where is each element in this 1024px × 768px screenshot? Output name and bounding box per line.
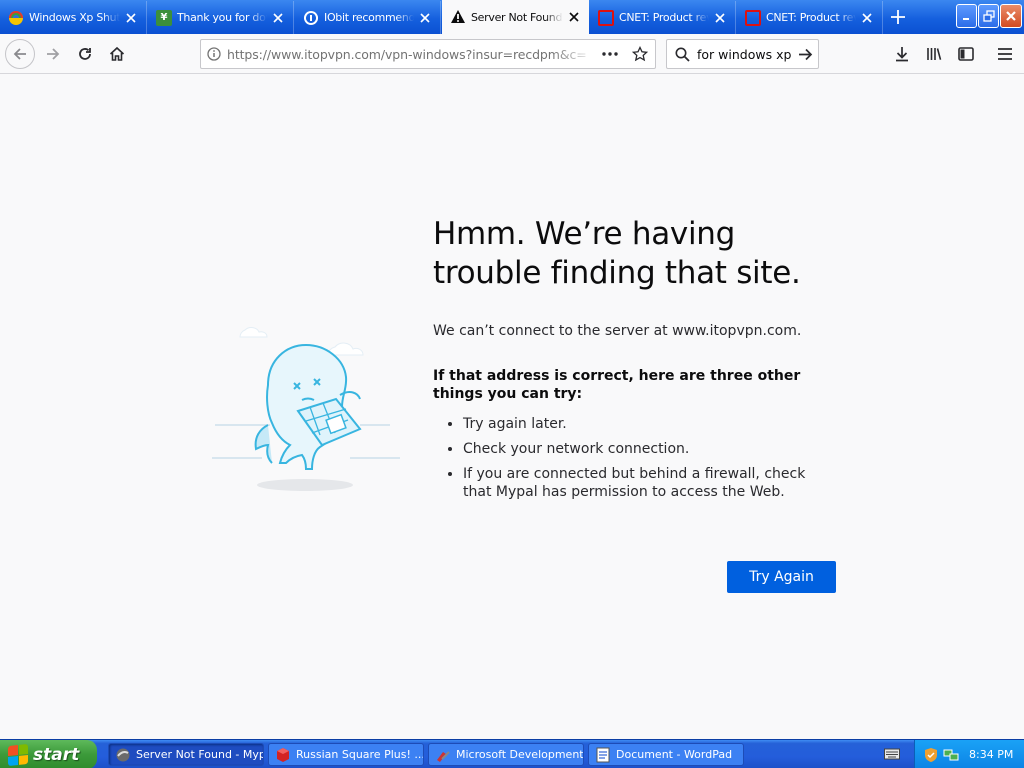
forward-arrow-icon: [47, 48, 60, 60]
tab-thank-you[interactable]: ¥ Thank you for downloading: [148, 1, 294, 34]
suggestion-item: If you are connected but behind a firewa…: [463, 465, 838, 501]
tab-title: Server Not Found: [471, 10, 563, 24]
try-again-button[interactable]: Try Again: [727, 561, 836, 593]
reload-icon: [79, 48, 91, 60]
wordpad-icon: [596, 747, 610, 762]
error-message: Hmm. We’re having trouble finding that s…: [433, 215, 838, 508]
search-bar[interactable]: for windows xp: [666, 39, 819, 69]
new-tab-button[interactable]: [884, 4, 912, 30]
suggestion-item: Try again later.: [463, 415, 838, 433]
download-icon: [896, 47, 908, 62]
tab-title: CNET: Product reviews: [619, 11, 709, 24]
close-icon: [1006, 11, 1016, 21]
back-button[interactable]: [5, 39, 35, 69]
restore-button[interactable]: [978, 4, 999, 28]
close-window-button[interactable]: [1000, 4, 1022, 28]
page-info-icon[interactable]: [201, 47, 227, 61]
error-title: Hmm. We’re having trouble finding that s…: [433, 216, 801, 291]
tab-server-not-found[interactable]: Server Not Found: [442, 0, 589, 34]
plus-icon: [891, 10, 905, 24]
url-bar[interactable]: https://www.itopvpn.com/vpn-windows?insu…: [200, 39, 656, 69]
cnet-icon: [598, 9, 614, 26]
network-icon[interactable]: [943, 747, 959, 763]
broken-robot-illustration: [212, 327, 400, 491]
tab-title: Windows Xp Shutdown: [29, 11, 120, 24]
tab-strip: Windows Xp Shutdown ¥ Thank you for down…: [0, 0, 1024, 34]
taskbar-item-mypal[interactable]: Server Not Found - Mypal: [108, 743, 264, 766]
rainbow-globe-icon: [8, 10, 24, 26]
library-icon: [927, 48, 942, 60]
taskbar-item-label: Server Not Found - Mypal: [136, 748, 263, 761]
back-arrow-icon: [13, 48, 26, 60]
windows-logo-icon: [8, 743, 28, 766]
mypal-icon: [116, 748, 130, 761]
tab-cnet-2[interactable]: CNET: Product reviews: [737, 1, 883, 34]
taskbar-item-label: Document - WordPad: [616, 748, 733, 761]
system-tray: 8:34 PM: [914, 740, 1024, 768]
minimize-button[interactable]: [956, 4, 977, 28]
keyboard-icon[interactable]: [884, 747, 900, 761]
search-go-arrow-icon[interactable]: [792, 48, 818, 61]
close-tab-icon[interactable]: [267, 7, 289, 29]
tab-title: IObit recommends: [324, 11, 414, 24]
cube-icon: [277, 747, 289, 762]
suggestions-list: Try again later. Check your network conn…: [433, 415, 838, 501]
library-button[interactable]: [919, 39, 949, 69]
taskbar-item-russian-square[interactable]: Russian Square Plus! ...: [268, 743, 424, 766]
warning-icon: [450, 9, 466, 25]
error-description: We can’t connect to the server at www.it…: [433, 323, 802, 339]
tab-cnet-1[interactable]: CNET: Product reviews: [590, 1, 736, 34]
cnet-icon: [745, 9, 761, 26]
menu-button[interactable]: [990, 39, 1020, 69]
green-download-icon: ¥: [156, 9, 172, 26]
bookmark-star-icon[interactable]: [625, 46, 655, 62]
iobit-icon: [303, 10, 319, 26]
taskbar-item-label: Russian Square Plus! ...: [296, 748, 423, 761]
search-input[interactable]: for windows xp: [697, 47, 792, 62]
taskbar-item-wordpad[interactable]: Document - WordPad: [588, 743, 744, 766]
tab-windows-xp-shutdown[interactable]: Windows Xp Shutdown: [0, 1, 147, 34]
security-shield-icon[interactable]: [923, 747, 939, 763]
start-label: start: [33, 744, 80, 765]
forward-button[interactable]: [38, 39, 68, 69]
hamburger-icon: [998, 48, 1012, 60]
suggestion-item: Check your network connection.: [463, 440, 838, 458]
reload-button[interactable]: [70, 39, 100, 69]
close-tab-icon[interactable]: [563, 6, 585, 28]
tab-title: CNET: Product reviews: [766, 11, 856, 24]
close-tab-icon[interactable]: [120, 7, 142, 29]
downloads-button[interactable]: [887, 39, 917, 69]
sidebar-icon: [958, 47, 974, 61]
taskbar-item-label: Microsoft Development ...: [456, 748, 583, 761]
sidebar-button[interactable]: [951, 39, 981, 69]
search-icon: [667, 47, 697, 62]
tools-icon: [437, 750, 450, 762]
close-tab-icon[interactable]: [414, 7, 436, 29]
close-tab-icon[interactable]: [709, 7, 731, 29]
start-button[interactable]: start: [0, 740, 97, 768]
url-text[interactable]: https://www.itopvpn.com/vpn-windows?insu…: [227, 47, 595, 62]
tab-iobit[interactable]: IObit recommends: [295, 1, 441, 34]
tab-title: Thank you for downloading: [177, 11, 267, 24]
error-advice-heading: If that address is correct, here are thr…: [433, 368, 801, 402]
clock[interactable]: 8:34 PM: [969, 748, 1013, 761]
page-actions-icon[interactable]: [595, 52, 625, 56]
restore-icon: [982, 10, 995, 22]
navigation-toolbar: https://www.itopvpn.com/vpn-windows?insu…: [0, 34, 1024, 74]
windows-taskbar: start Server Not Found - Mypal Russian S…: [0, 739, 1024, 768]
home-button[interactable]: [102, 39, 132, 69]
close-tab-icon[interactable]: [856, 7, 878, 29]
home-icon: [109, 46, 125, 61]
minimize-icon: [962, 18, 969, 20]
taskbar-item-microsoft-development[interactable]: Microsoft Development ...: [428, 743, 584, 766]
error-page: Hmm. We’re having trouble finding that s…: [0, 75, 1024, 739]
